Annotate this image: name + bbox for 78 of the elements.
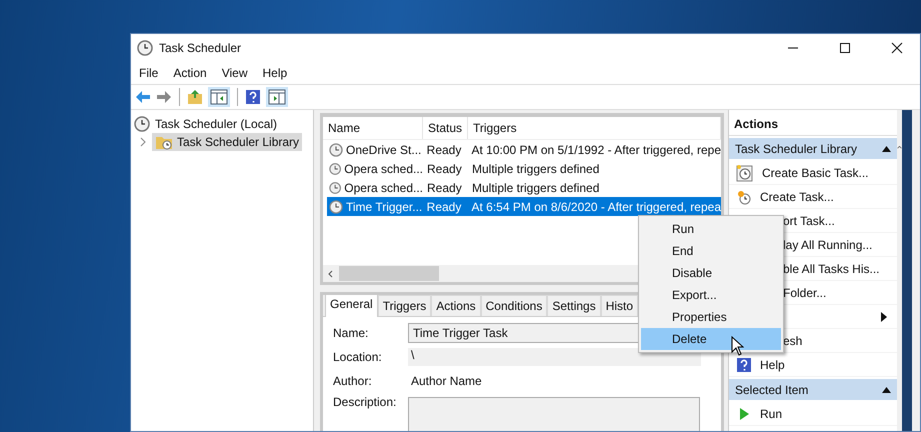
command-link[interactable]: Run xyxy=(760,406,782,420)
back-arrow-icon[interactable] xyxy=(135,90,151,104)
folder-clock-icon xyxy=(155,134,173,150)
tab[interactable]: Histo xyxy=(600,295,638,316)
menu-item[interactable]: View xyxy=(222,66,248,80)
task-name: Time Trigger... xyxy=(346,200,422,214)
expand-chevron-icon[interactable] xyxy=(139,137,147,147)
tab[interactable]: Triggers xyxy=(378,295,432,316)
field-label: Author: xyxy=(333,374,373,388)
context-menu-item[interactable]: Export... xyxy=(641,284,781,306)
menu-item[interactable]: Help xyxy=(262,66,288,80)
tree-item[interactable]: Task Scheduler Library xyxy=(152,133,302,151)
author-value: Author Name xyxy=(410,374,482,388)
forward-arrow-icon[interactable] xyxy=(156,90,172,104)
column-header[interactable]: Status xyxy=(423,117,468,139)
task-trigger: At 6:54 PM on 8/6/2020 - After triggered, repea xyxy=(470,200,721,214)
command-link[interactable]: lay All Running... xyxy=(783,238,872,252)
task-row[interactable]: OneDrive St... Ready At 10:00 PM on 5/1/1992 - After triggered, repe xyxy=(327,140,721,159)
tab[interactable]: Actions xyxy=(431,295,481,316)
submenu-arrow-icon[interactable] xyxy=(881,312,887,322)
task-status: Ready xyxy=(426,200,462,214)
context-menu-item[interactable]: Delete xyxy=(641,328,781,350)
maximize-icon[interactable] xyxy=(839,42,851,54)
task-name: Opera sched... xyxy=(344,180,423,194)
field-label: Name: xyxy=(333,326,370,340)
close-icon[interactable] xyxy=(891,42,903,54)
collapse-triangle-icon[interactable] xyxy=(882,386,891,392)
tree-item[interactable]: Task Scheduler (Local) xyxy=(155,117,278,131)
calendar-clock-icon xyxy=(736,164,754,182)
tab[interactable]: General xyxy=(325,295,378,317)
task-name: Opera sched... xyxy=(344,162,423,176)
command-link[interactable]: Folder... xyxy=(783,286,826,300)
location-value: \ xyxy=(408,348,701,366)
tab[interactable]: Settings xyxy=(547,295,601,316)
menu-item[interactable]: Action xyxy=(173,66,207,80)
command-link[interactable]: Create Basic Task... xyxy=(762,166,868,180)
vertical-scrollbar[interactable] xyxy=(897,110,912,431)
help-icon[interactable] xyxy=(245,89,261,105)
menu-item[interactable]: File xyxy=(139,66,158,80)
group-header[interactable]: Task Scheduler Library xyxy=(729,138,897,159)
clock-icon xyxy=(134,116,150,132)
task-row[interactable]: Opera sched... Ready Multiple triggers defined xyxy=(327,159,721,178)
context-menu-item[interactable]: Run xyxy=(641,218,781,240)
clock-icon xyxy=(329,200,343,214)
task-trigger: At 10:00 PM on 5/1/1992 - After triggered, repe xyxy=(470,142,721,156)
window-title: Task Scheduler xyxy=(159,41,242,55)
clock-icon xyxy=(329,180,342,194)
command-link[interactable]: esh xyxy=(783,334,802,348)
description-field[interactable] xyxy=(408,397,700,431)
group-header[interactable]: Selected Item xyxy=(729,379,897,400)
panel-icon[interactable] xyxy=(266,87,288,107)
column-header[interactable]: Name xyxy=(323,117,423,139)
task-name: OneDrive St... xyxy=(346,142,422,156)
clock-star-icon xyxy=(736,188,752,204)
command-link[interactable]: Create Task... xyxy=(760,190,834,204)
folder-up-icon[interactable] xyxy=(187,89,203,105)
help-icon xyxy=(736,356,752,372)
field-label: Description: xyxy=(333,395,398,409)
task-status: Ready xyxy=(426,142,462,156)
command-link[interactable]: ble All Tasks His... xyxy=(783,262,880,276)
column-header[interactable]: Triggers xyxy=(468,117,721,139)
context-menu-item[interactable]: End xyxy=(641,240,781,262)
clock-icon xyxy=(137,40,153,56)
task-row[interactable]: Time Trigger... Ready At 6:54 PM on 8/6/2020 - After triggered, repea xyxy=(327,197,721,216)
clock-icon xyxy=(329,162,342,176)
task-status: Ready xyxy=(426,162,463,176)
task-row[interactable]: Opera sched... Ready Multiple triggers defined xyxy=(327,178,721,197)
context-menu-item[interactable]: Disable xyxy=(641,262,781,284)
collapse-triangle-icon[interactable] xyxy=(882,146,891,152)
tab[interactable]: Conditions xyxy=(480,295,548,316)
task-trigger: Multiple triggers defined xyxy=(471,180,600,194)
mouse-pointer-icon xyxy=(731,336,744,356)
clock-icon xyxy=(329,142,343,156)
task-status: Ready xyxy=(426,180,463,194)
field-label: Location: xyxy=(333,350,383,364)
command-link[interactable]: Help xyxy=(760,358,785,372)
panel-icon[interactable] xyxy=(208,87,230,107)
task-trigger: Multiple triggers defined xyxy=(471,162,600,176)
